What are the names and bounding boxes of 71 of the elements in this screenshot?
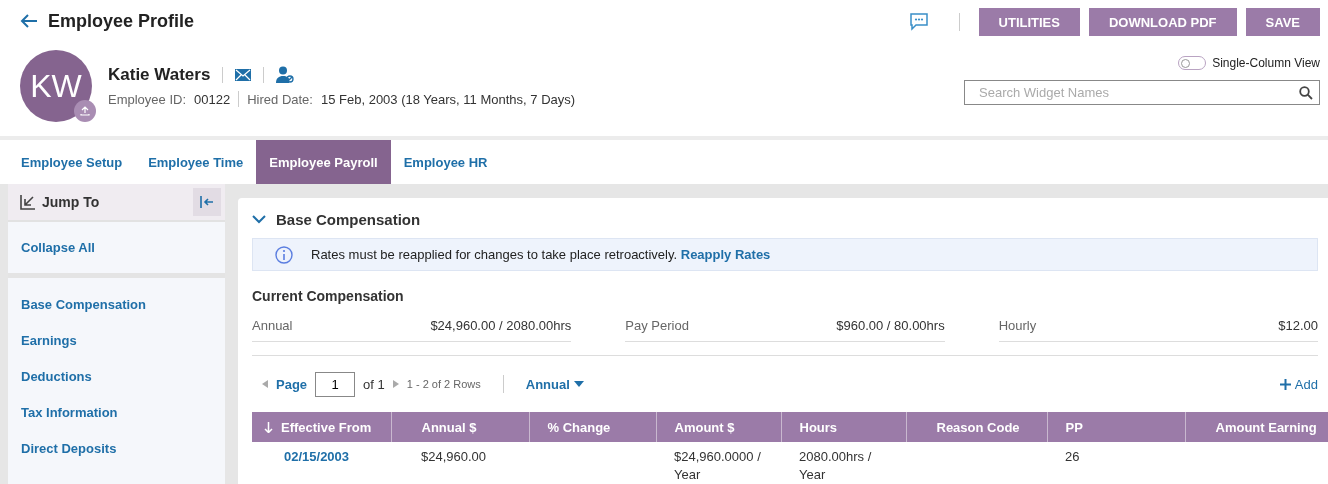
current-compensation-title: Current Compensation bbox=[252, 288, 405, 304]
tab[interactable]: Employee Setup bbox=[8, 140, 136, 184]
compensation-label: Annual bbox=[252, 318, 293, 333]
upload-photo-button[interactable] bbox=[74, 100, 96, 122]
reapply-rates-link[interactable]: Reapply Rates bbox=[680, 247, 771, 262]
caret-down-icon bbox=[573, 381, 584, 387]
sidebar-link[interactable]: Deductions bbox=[8, 369, 225, 384]
header-button[interactable]: SAVE bbox=[1245, 8, 1320, 36]
table-cell: 26 bbox=[1065, 449, 1080, 464]
info-icon bbox=[275, 245, 293, 264]
person-link-icon bbox=[276, 66, 295, 84]
page-label: Page bbox=[276, 376, 308, 392]
prev-page-icon bbox=[262, 380, 268, 388]
hired-date-label: Hired Date: bbox=[247, 91, 313, 107]
compensation-value: $960.00 / 80.00hrs bbox=[836, 318, 945, 333]
tab[interactable]: Employee Time bbox=[135, 140, 257, 184]
sidebar-link[interactable]: Tax Information bbox=[8, 405, 225, 420]
page-title: Employee Profile bbox=[48, 10, 195, 32]
tab[interactable]: Employee HR bbox=[390, 140, 501, 184]
sidebar-link[interactable]: Earnings bbox=[8, 333, 225, 348]
toggle-switch[interactable] bbox=[1178, 56, 1207, 70]
column-header[interactable]: Annual $ bbox=[391, 412, 529, 442]
collapse-all-link[interactable]: Collapse All bbox=[8, 240, 108, 255]
jump-to-title: Jump To bbox=[42, 194, 100, 210]
header-button[interactable]: UTILITIES bbox=[978, 8, 1080, 36]
jump-arrow-icon bbox=[20, 194, 36, 210]
column-header[interactable]: Effective From bbox=[252, 412, 391, 442]
header-button[interactable]: DOWNLOAD PDF bbox=[1088, 8, 1237, 36]
date-link[interactable]: 02/15/2003 bbox=[284, 449, 350, 464]
compensation-value: $24,960.00 / 2080.00hrs bbox=[430, 318, 572, 333]
compensation-value: $12.00 bbox=[1278, 318, 1318, 333]
search-field[interactable]: Search Widget Names bbox=[964, 80, 1320, 105]
period-dropdown[interactable]: Annual bbox=[525, 376, 584, 392]
compensation-label: Pay Period bbox=[625, 318, 689, 333]
chevron-down-icon[interactable] bbox=[252, 214, 266, 224]
plus-icon bbox=[1279, 378, 1291, 390]
next-page-icon bbox=[392, 380, 399, 388]
back-arrow-icon bbox=[20, 14, 38, 28]
column-header[interactable]: Amount $ bbox=[656, 412, 781, 442]
comment-icon bbox=[909, 13, 928, 31]
upload-icon bbox=[80, 106, 90, 116]
row-count: 1 - 2 of 2 Rows bbox=[406, 378, 481, 390]
table-cell: $24,960.00 bbox=[421, 449, 487, 464]
column-header[interactable]: Hours bbox=[781, 412, 906, 442]
employee-name: Katie Waters bbox=[108, 65, 211, 85]
collapse-left-icon bbox=[200, 195, 214, 209]
search-icon bbox=[1299, 85, 1313, 100]
page-count: of 1 bbox=[363, 376, 385, 392]
info-message: Rates must be reapplied for changes to take place retroactively. Reapply Rates bbox=[311, 247, 771, 262]
sidebar-link[interactable]: Direct Deposits bbox=[8, 441, 225, 456]
column-header[interactable]: % Change bbox=[529, 412, 656, 442]
table-cell: 2080.00hrs / Year bbox=[799, 449, 872, 482]
collapse-sidebar-button[interactable] bbox=[193, 188, 221, 216]
avatar-initials: KW bbox=[30, 67, 82, 105]
hired-date: 15 Feb, 2003 (18 Years, 11 Months, 7 Days) bbox=[320, 91, 576, 107]
column-header[interactable]: PP bbox=[1047, 412, 1185, 442]
compensation-label: Hourly bbox=[998, 318, 1037, 333]
section-title: Base Compensation bbox=[276, 210, 421, 228]
employee-id-label: Employee ID: bbox=[108, 91, 187, 107]
table-cell: $24,960.0000 / Year bbox=[674, 449, 761, 482]
envelope-icon bbox=[235, 69, 252, 81]
column-header[interactable]: Reason Code bbox=[906, 412, 1047, 442]
column-header[interactable]: Amount Earning bbox=[1185, 412, 1328, 442]
page-input[interactable]: 1 bbox=[315, 371, 356, 397]
employee-id: 00122 bbox=[194, 91, 231, 107]
tab[interactable]: Employee Payroll bbox=[256, 140, 391, 184]
add-button[interactable]: Add bbox=[1279, 376, 1318, 392]
search-input[interactable]: Search Widget Names bbox=[977, 84, 1299, 101]
toggle-label: Single-Column View bbox=[1212, 56, 1320, 70]
sort-down-icon bbox=[264, 421, 273, 433]
sidebar-link[interactable]: Base Compensation bbox=[8, 297, 225, 312]
